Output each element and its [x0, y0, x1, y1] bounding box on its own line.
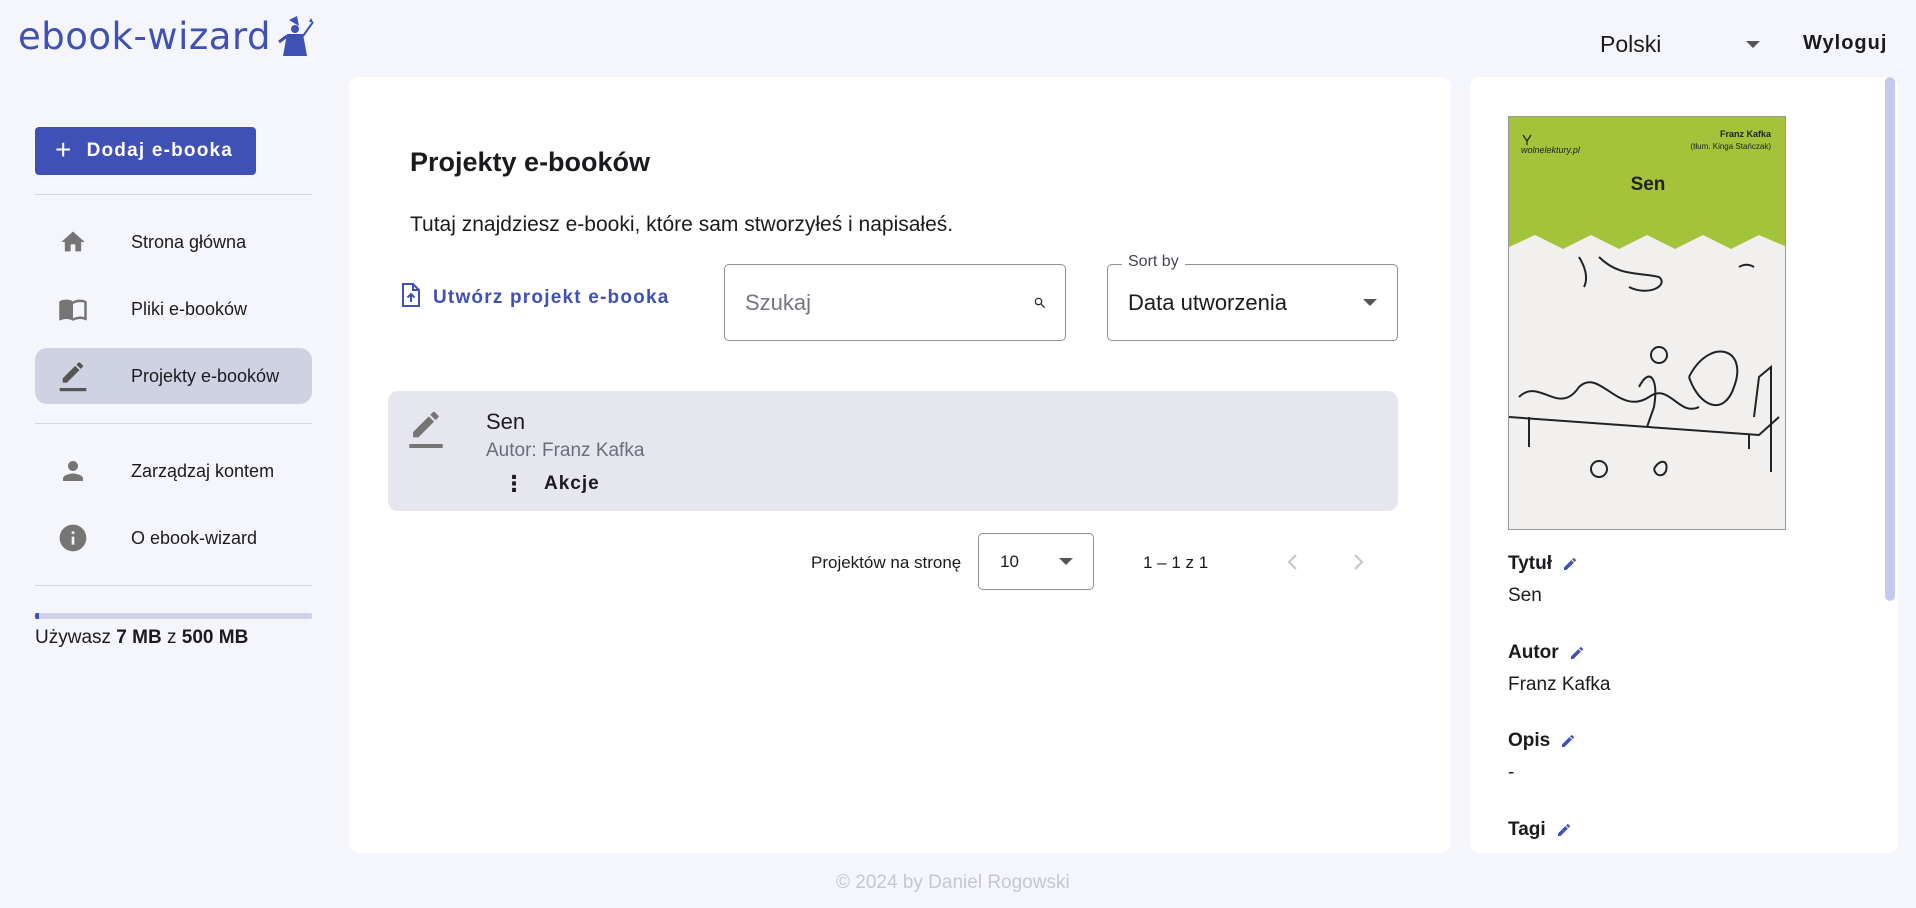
prev-page-button[interactable]: [1278, 547, 1308, 577]
logo-text: ebook-wizard: [18, 14, 271, 58]
create-project-button[interactable]: Utwórz projekt e-booka: [401, 283, 669, 313]
edit-tags-icon[interactable]: [1556, 822, 1572, 838]
search-input[interactable]: [745, 289, 1033, 316]
storage-used: 7 MB: [116, 627, 162, 648]
info-icon: [57, 522, 89, 554]
storage-prefix: Używasz: [35, 627, 117, 648]
cover-publisher: wolnelektury.pl: [1521, 145, 1581, 155]
edit-icon: [57, 360, 89, 392]
book-icon: [57, 293, 89, 325]
field-author-value: Franz Kafka: [1508, 674, 1611, 695]
project-actions-button[interactable]: ⋮ Akcje: [503, 473, 600, 495]
storage-usage: Używasz 7 MB z 500 MB: [35, 613, 312, 649]
footer-copyright: © 2024 by Daniel Rogowski: [836, 872, 1070, 893]
cover-title: Sen: [1631, 174, 1666, 195]
edit-description-icon[interactable]: [1560, 733, 1576, 749]
more-vert-icon: ⋮: [503, 471, 526, 496]
language-value: Polski: [1600, 30, 1662, 57]
sort-select[interactable]: Sort by Data utworzenia: [1107, 253, 1398, 341]
pagination: Projektów na stronę 10 1 – 1 z 1: [349, 533, 1451, 591]
sidebar-item-label: O ebook-wizard: [131, 527, 258, 548]
field-title-value: Sen: [1508, 585, 1542, 606]
sidebar-item-manage-account[interactable]: Zarządzaj kontem: [35, 443, 312, 499]
sidebar-item-label: Pliki e-booków: [131, 298, 248, 319]
main-nav: Strona główna Pliki e-booków Projekty e-…: [35, 214, 312, 404]
cover-illustration: wolnelektury.pl Franz Kafka (tłum. Kinga…: [1509, 117, 1785, 529]
account-nav: Zarządzaj kontem O ebook-wizard: [35, 443, 312, 566]
next-page-button[interactable]: [1343, 547, 1373, 577]
sidebar-item-ebook-projects[interactable]: Projekty e-booków: [35, 348, 312, 404]
sidebar-item-ebook-files[interactable]: Pliki e-booków: [35, 281, 312, 337]
field-tags-label: Tagi: [1508, 819, 1546, 840]
project-title[interactable]: Sen: [486, 409, 525, 435]
divider: [35, 194, 312, 195]
sort-legend: Sort by: [1122, 253, 1185, 271]
chevron-down-icon: [1746, 40, 1760, 48]
sidebar-item-label: Projekty e-booków: [131, 365, 280, 386]
storage-progress-bar: [35, 613, 312, 619]
per-page-value: 10: [1000, 551, 1019, 571]
sidebar-item-home[interactable]: Strona główna: [35, 214, 312, 270]
storage-progress-fill: [35, 613, 39, 619]
field-title: Tytuł Sen: [1508, 553, 1578, 607]
field-author-label: Autor: [1508, 642, 1559, 663]
upload-file-icon: [401, 283, 421, 313]
per-page-label: Projektów na stronę: [811, 553, 962, 572]
create-project-label: Utwórz projekt e-booka: [433, 287, 670, 308]
sidebar-item-about[interactable]: O ebook-wizard: [35, 510, 312, 566]
storage-middle: z: [161, 627, 182, 648]
chevron-right-icon: [1354, 554, 1364, 570]
person-icon: [57, 455, 89, 487]
add-ebook-label: Dodaj e-booka: [86, 140, 234, 161]
wizard-logo-icon: [278, 16, 314, 56]
field-description-value: -: [1508, 762, 1515, 783]
sidebar-item-label: Strona główna: [131, 231, 247, 252]
plus-icon: +: [55, 133, 73, 165]
page-range: 1 – 1 z 1: [1143, 553, 1209, 572]
sidebar-item-label: Zarządzaj kontem: [131, 460, 275, 481]
sidebar: + Dodaj e-booka Strona główna Pliki e-bo…: [35, 127, 312, 649]
search-icon[interactable]: [1033, 289, 1047, 317]
cover-translator: (tłum. Kinga Stańczak): [1691, 142, 1772, 151]
field-tags: Tagi: [1508, 819, 1572, 841]
field-description: Opis -: [1508, 730, 1576, 784]
actions-label: Akcje: [544, 473, 600, 494]
chevron-down-icon: [1363, 299, 1377, 306]
edit-author-icon[interactable]: [1569, 645, 1585, 661]
app-logo[interactable]: ebook-wizard: [18, 14, 315, 58]
field-author: Autor Franz Kafka: [1508, 642, 1610, 696]
field-description-label: Opis: [1508, 730, 1551, 751]
edit-icon: [406, 409, 446, 454]
edit-title-icon[interactable]: [1562, 556, 1578, 572]
project-details-panel: wolnelektury.pl Franz Kafka (tłum. Kinga…: [1470, 77, 1898, 853]
divider: [35, 423, 312, 424]
search-field[interactable]: [724, 264, 1066, 341]
storage-total: 500 MB: [181, 627, 249, 648]
ebook-cover: wolnelektury.pl Franz Kafka (tłum. Kinga…: [1508, 116, 1786, 530]
project-author: Autor: Franz Kafka: [486, 440, 645, 461]
scrollbar[interactable]: [1885, 77, 1895, 601]
home-icon: [57, 226, 89, 258]
page-title: Projekty e-booków: [410, 147, 651, 177]
field-title-label: Tytuł: [1508, 553, 1552, 574]
storage-text: Używasz 7 MB z 500 MB: [35, 627, 312, 649]
sort-value: Data utworzenia: [1128, 289, 1287, 315]
per-page-select[interactable]: 10: [978, 533, 1094, 590]
add-ebook-button[interactable]: + Dodaj e-booka: [35, 127, 256, 175]
page-description: Tutaj znajdziesz e-booki, które sam stwo…: [410, 213, 954, 236]
chevron-down-icon: [1059, 558, 1073, 565]
divider: [35, 585, 312, 586]
cover-author: Franz Kafka: [1720, 129, 1772, 139]
language-select[interactable]: Polski: [1600, 26, 1770, 62]
logout-button[interactable]: Wyloguj: [1803, 32, 1887, 55]
chevron-left-icon: [1287, 554, 1297, 570]
projects-panel: Projekty e-booków Tutaj znajdziesz e-boo…: [349, 77, 1451, 853]
project-card[interactable]: Sen Autor: Franz Kafka ⋮ Akcje: [388, 391, 1398, 511]
